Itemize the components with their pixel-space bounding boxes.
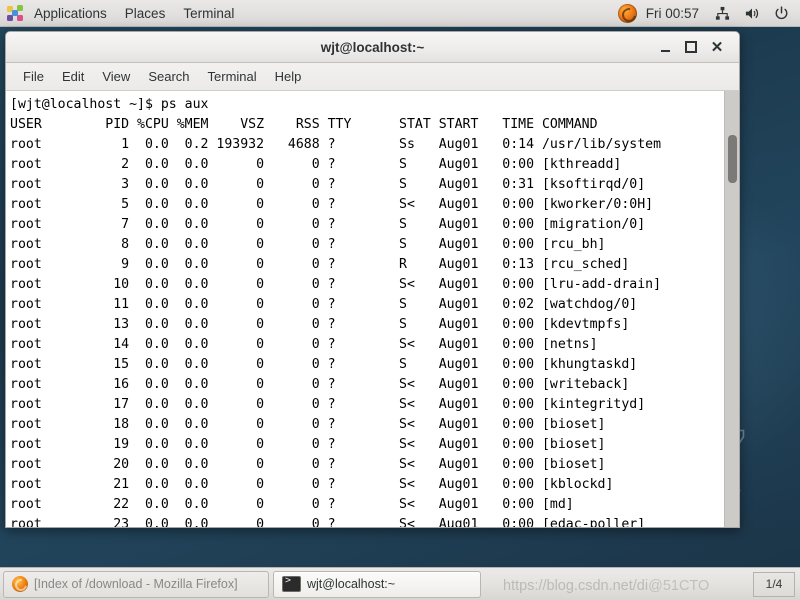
network-icon[interactable] bbox=[715, 6, 730, 21]
desktop-screen: 7 NTOS Applications Places Terminal Fri … bbox=[0, 0, 800, 600]
scrollbar-thumb[interactable] bbox=[728, 135, 737, 183]
watermark-url: https://blog.csdn.net/di bbox=[503, 578, 649, 594]
panel-menu-terminal[interactable]: Terminal bbox=[174, 3, 243, 24]
taskbar-item-label: [Index of /download - Mozilla Firefox] bbox=[34, 577, 238, 591]
menu-help[interactable]: Help bbox=[266, 65, 311, 88]
panel-clock[interactable]: Fri 00:57 bbox=[646, 6, 699, 21]
window-controls: ✕ bbox=[652, 36, 739, 58]
panel-menu-places[interactable]: Places bbox=[116, 3, 175, 24]
firefox-icon[interactable] bbox=[617, 3, 637, 23]
terminal-body[interactable]: [wjt@localhost ~]$ ps aux USER PID %CPU … bbox=[6, 91, 739, 527]
window-titlebar[interactable]: wjt@localhost:~ ✕ bbox=[6, 32, 739, 63]
terminal-window: wjt@localhost:~ ✕ File Edit View Search … bbox=[5, 31, 740, 528]
maximize-icon[interactable] bbox=[678, 36, 704, 58]
window-title: wjt@localhost:~ bbox=[320, 39, 425, 55]
menu-view[interactable]: View bbox=[93, 65, 139, 88]
close-icon[interactable]: ✕ bbox=[704, 36, 730, 58]
panel-status-area: Fri 00:57 bbox=[617, 0, 800, 27]
taskbar-item-terminal[interactable]: wjt@localhost:~ bbox=[273, 570, 481, 598]
watermark-tag: @51CTO bbox=[648, 578, 710, 594]
workspace-switcher[interactable]: 1/4 bbox=[753, 571, 795, 597]
taskbar: [Index of /download - Mozilla Firefox] w… bbox=[0, 567, 800, 600]
menu-search[interactable]: Search bbox=[139, 65, 198, 88]
panel-menu-applications[interactable]: Applications bbox=[25, 3, 116, 24]
workspace-label: 1/4 bbox=[765, 577, 783, 591]
terminal-scrollbar[interactable] bbox=[724, 91, 739, 527]
volume-icon[interactable] bbox=[744, 6, 760, 21]
taskbar-item-firefox[interactable]: [Index of /download - Mozilla Firefox] bbox=[3, 570, 269, 598]
terminal-output[interactable]: [wjt@localhost ~]$ ps aux USER PID %CPU … bbox=[6, 91, 724, 527]
menu-terminal[interactable]: Terminal bbox=[199, 65, 266, 88]
window-menubar: File Edit View Search Terminal Help bbox=[6, 63, 739, 91]
menu-file[interactable]: File bbox=[14, 65, 53, 88]
menu-edit[interactable]: Edit bbox=[53, 65, 93, 88]
gnome-foot-icon[interactable] bbox=[7, 4, 24, 22]
watermark: https://blog.csdn.net/di@51CTO bbox=[503, 578, 709, 594]
minimize-icon[interactable] bbox=[652, 36, 678, 58]
power-icon[interactable] bbox=[774, 5, 789, 21]
top-panel: Applications Places Terminal Fri 00:57 bbox=[0, 0, 800, 27]
taskbar-item-label: wjt@localhost:~ bbox=[307, 577, 396, 591]
firefox-icon bbox=[12, 576, 28, 592]
terminal-icon bbox=[282, 575, 301, 592]
